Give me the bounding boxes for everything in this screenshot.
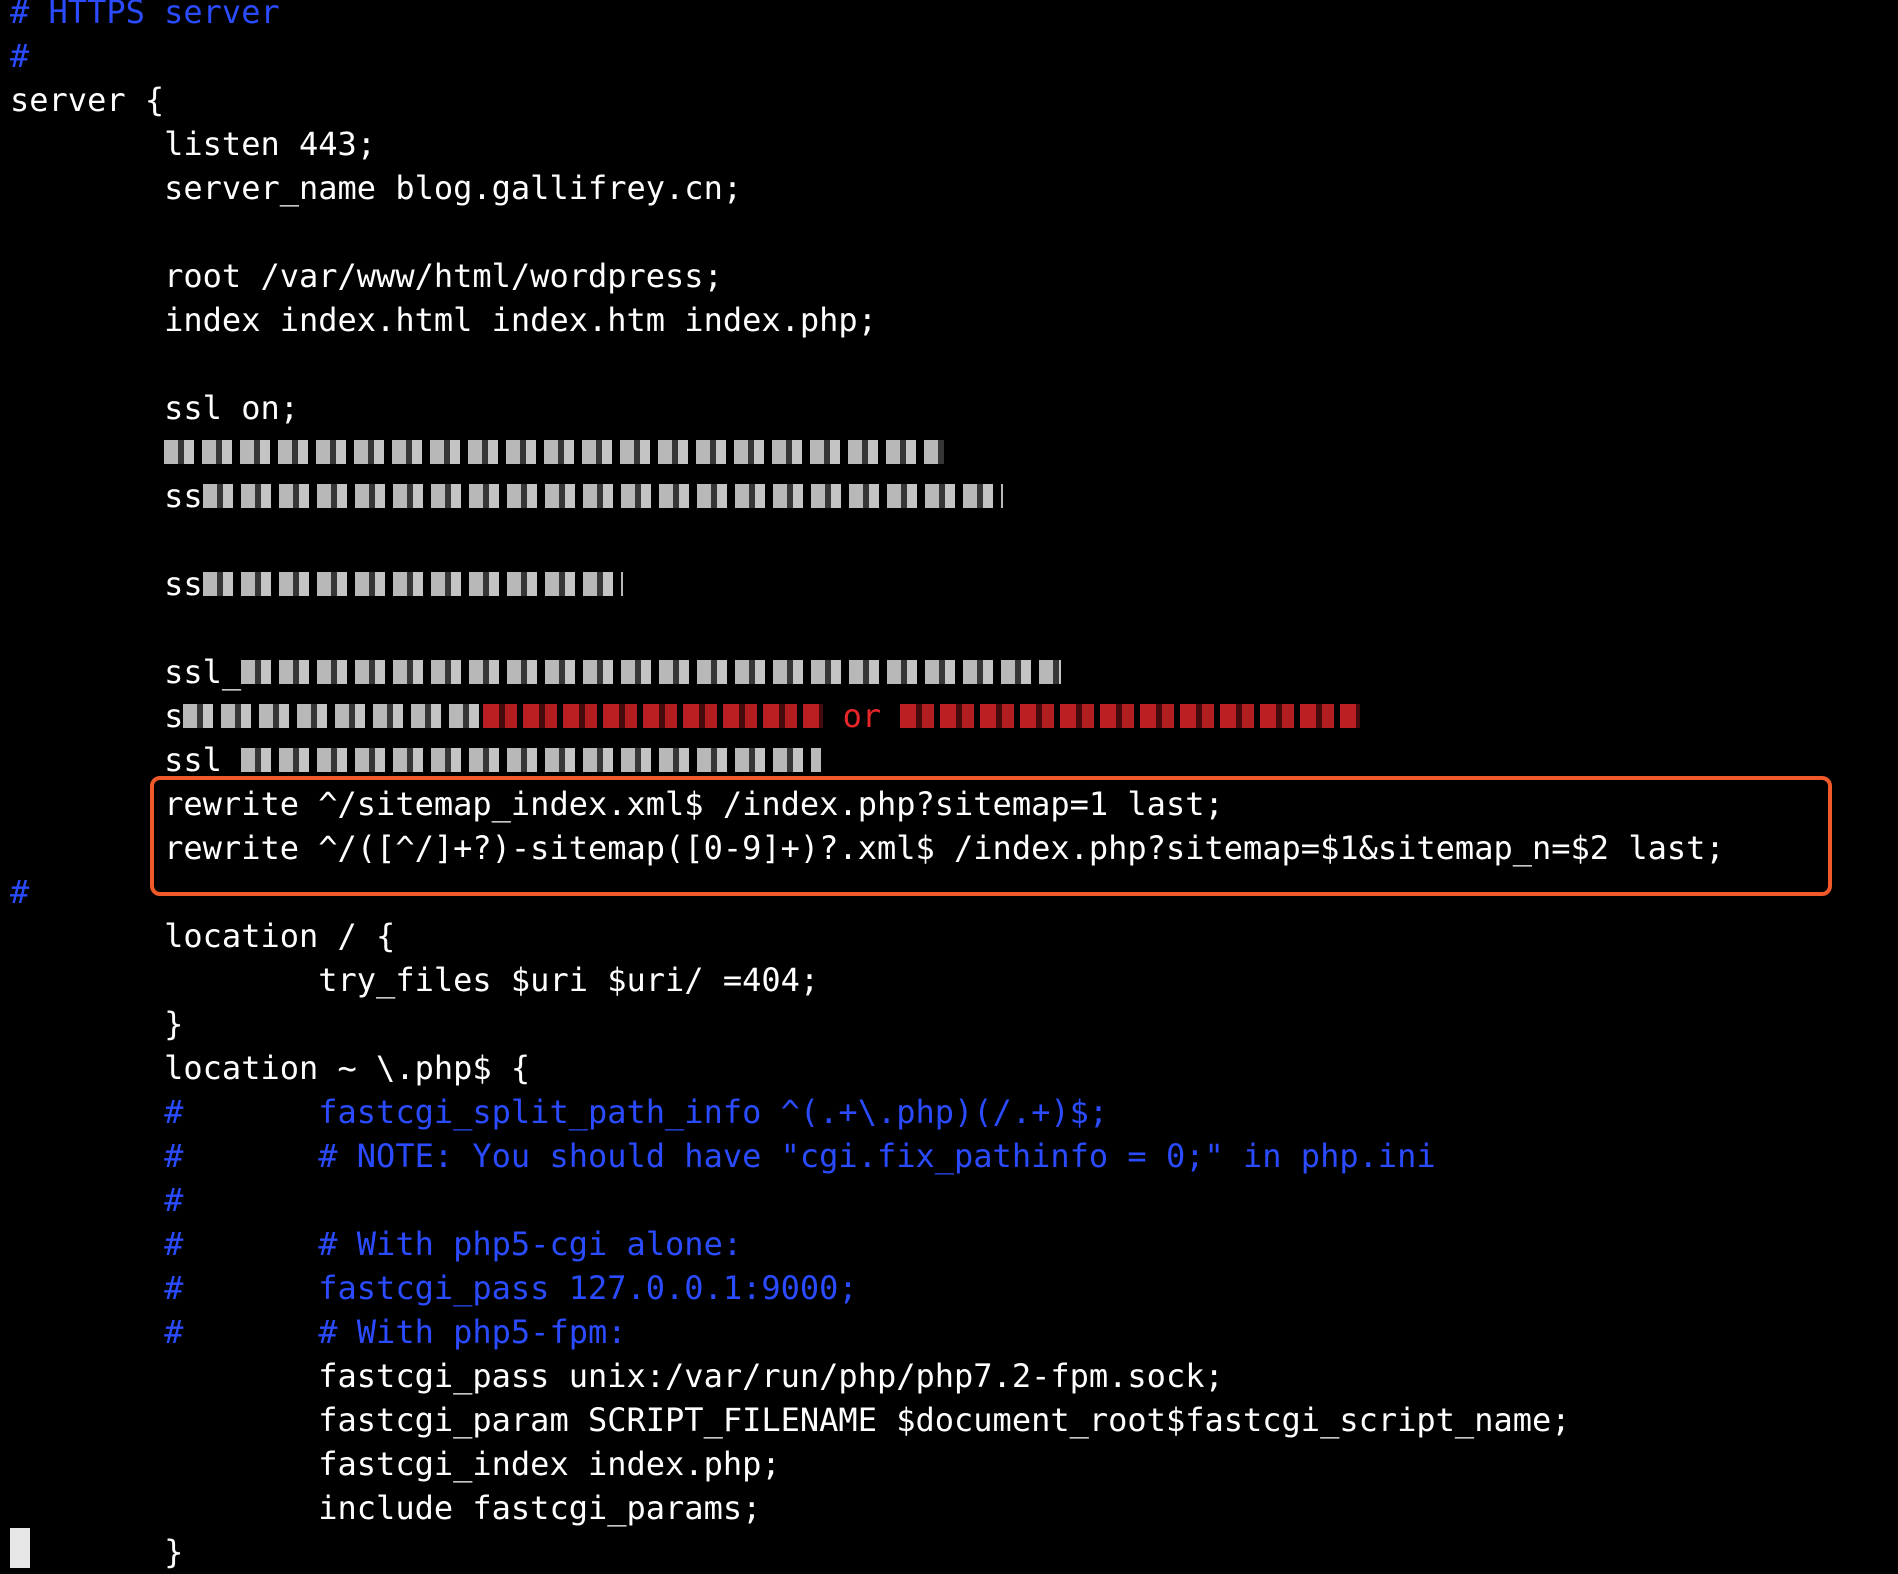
redacted-text: [202, 484, 1003, 508]
code-line: #: [10, 34, 29, 78]
code-line: include fastcgi_params;: [10, 1486, 761, 1530]
code-segment: index index.html index.htm index.php;: [10, 301, 877, 339]
code-line: # fastcgi_pass 127.0.0.1:9000;: [10, 1266, 858, 1310]
code-segment: fastcgi_index index.php;: [10, 1445, 781, 1483]
code-segment: fastcgi_param SCRIPT_FILENAME $document_…: [10, 1401, 1571, 1439]
redacted-text: [241, 660, 1062, 684]
redacted-text: [183, 704, 484, 728]
code-line: # # NOTE: You should have "cgi.fix_pathi…: [10, 1134, 1436, 1178]
code-segment: ssl on;: [10, 389, 299, 427]
code-line: fastcgi_param SCRIPT_FILENAME $document_…: [10, 1398, 1571, 1442]
redacted-text: [900, 704, 1361, 728]
code-line: ssl on;: [10, 386, 299, 430]
code-line: rewrite ^/([^/]+?)-sitemap([0-9]+)?.xml$…: [10, 826, 1725, 870]
code-segment: #: [10, 37, 30, 75]
code-line: root /var/www/html/wordpress;: [10, 254, 723, 298]
code-segment: # fastcgi_pass 127.0.0.1:9000;: [10, 1269, 858, 1307]
code-line: #: [10, 870, 29, 914]
code-line: }: [10, 1002, 183, 1046]
code-segment: fastcgi_pass unix:/var/run/php/php7.2-fp…: [10, 1357, 1224, 1395]
code-line: ssl_: [10, 650, 1062, 694]
code-line: try_files $uri $uri/ =404;: [10, 958, 819, 1002]
code-line: # fastcgi_split_path_info ^(.+\.php)(/.+…: [10, 1090, 1108, 1134]
code-line: location ~ \.php$ {: [10, 1046, 530, 1090]
redacted-text: [483, 704, 824, 728]
code-line: fastcgi_pass unix:/var/run/php/php7.2-fp…: [10, 1354, 1224, 1398]
terminal-window[interactable]: # HTTPS server # server { listen 443; serv…: [0, 0, 1898, 1571]
code-line: server_name blog.gallifrey.cn;: [10, 166, 742, 210]
code-line: # # With php5-fpm:: [10, 1310, 627, 1354]
code-segment: try_files $uri $uri/ =404;: [10, 961, 820, 999]
code-line: s or: [10, 694, 1361, 738]
code-line: [10, 430, 945, 474]
code-segment: # # With php5-fpm:: [10, 1313, 627, 1351]
redacted-text: [241, 748, 822, 772]
code-line: location / {: [10, 914, 395, 958]
code-segment: or: [823, 697, 901, 735]
code-segment: ss: [10, 565, 203, 603]
code-line: ss: [10, 562, 623, 606]
code-segment: s: [10, 697, 184, 735]
code-segment: location ~ \.php$ {: [10, 1049, 531, 1087]
code-segment: root /var/www/html/wordpress;: [10, 257, 723, 295]
code-line: # # With php5-cgi alone:: [10, 1222, 742, 1266]
code-segment: server_name blog.gallifrey.cn;: [10, 169, 743, 207]
code-segment: # HTTPS server: [10, 0, 280, 31]
code-segment: rewrite ^/sitemap_index.xml$ /index.php?…: [10, 785, 1224, 823]
code-line: # HTTPS server: [10, 0, 280, 34]
code-segment: location / {: [10, 917, 396, 955]
code-segment: # # NOTE: You should have "cgi.fix_pathi…: [10, 1137, 1436, 1175]
code-line: index index.html index.htm index.php;: [10, 298, 877, 342]
code-line: ssl_: [10, 738, 822, 782]
code-line: server {: [10, 78, 164, 122]
code-segment: server {: [10, 81, 165, 119]
code-segment: }: [10, 1005, 184, 1043]
code-segment: include fastcgi_params;: [10, 1489, 762, 1527]
code-line: fastcgi_index index.php;: [10, 1442, 781, 1486]
code-segment: rewrite ^/([^/]+?)-sitemap([0-9]+)?.xml$…: [10, 829, 1725, 867]
code-segment: ssl_: [10, 741, 242, 779]
code-segment: listen 443;: [10, 125, 377, 163]
code-segment: #: [10, 1181, 184, 1219]
code-segment: ss: [10, 477, 203, 515]
code-line: #: [10, 1178, 183, 1222]
code-line: }: [10, 1530, 183, 1574]
code-segment: # # With php5-cgi alone:: [10, 1225, 743, 1263]
text-cursor: [10, 1528, 30, 1568]
code-line: ss: [10, 474, 1003, 518]
redacted-text: [164, 440, 945, 464]
code-line: rewrite ^/sitemap_index.xml$ /index.php?…: [10, 782, 1224, 826]
code-segment: #: [10, 873, 30, 911]
code-segment: # fastcgi_split_path_info ^(.+\.php)(/.+…: [10, 1093, 1109, 1131]
redacted-text: [202, 572, 623, 596]
code-line: listen 443;: [10, 122, 376, 166]
code-segment: }: [10, 1533, 184, 1571]
code-segment: ssl_: [10, 653, 242, 691]
